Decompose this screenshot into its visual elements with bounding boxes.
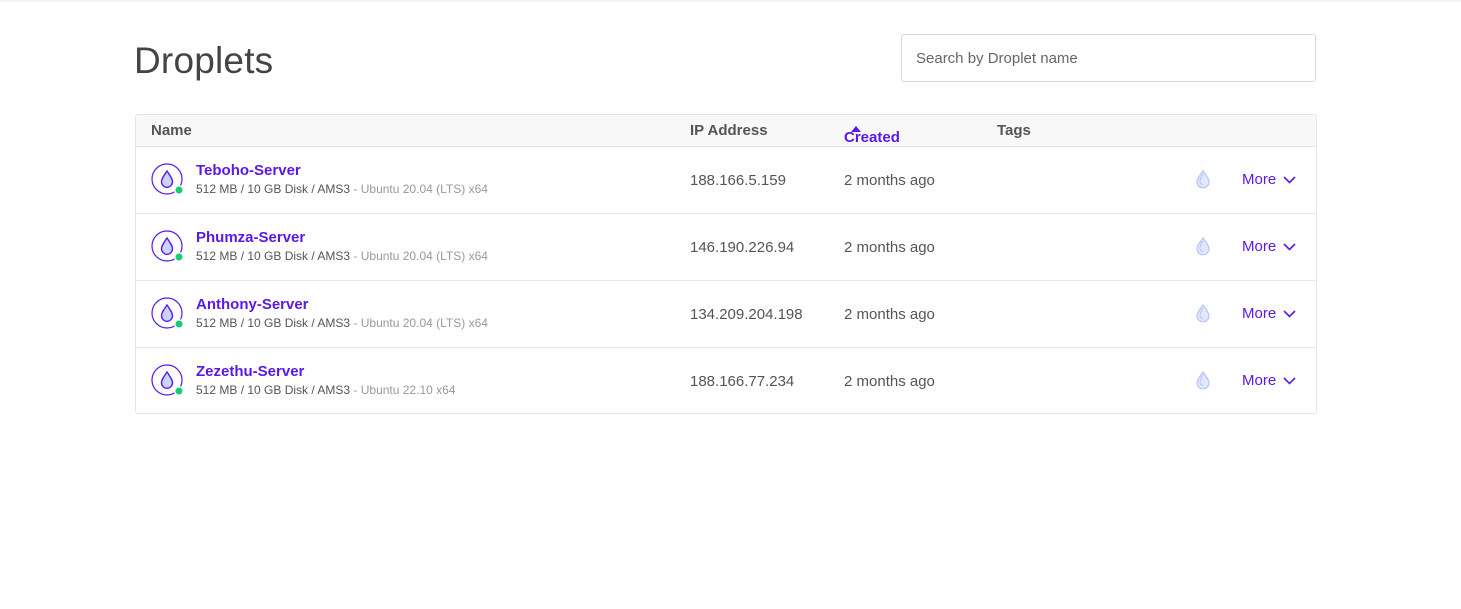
droplet-outline-icon[interactable] xyxy=(1194,303,1212,323)
droplet-name-link[interactable]: Teboho-Server xyxy=(196,162,301,179)
column-header-ip[interactable]: IP Address xyxy=(690,122,768,139)
droplet-ip[interactable]: 188.166.77.234 xyxy=(690,373,794,390)
droplets-table: Name IP Address Created Tags Teboho-Serv… xyxy=(135,114,1317,414)
droplet-os: - Ubuntu 20.04 (LTS) x64 xyxy=(350,182,488,196)
droplet-meta: 512 MB / 10 GB Disk / AMS3 - Ubuntu 20.0… xyxy=(196,316,488,330)
droplet-name-link[interactable]: Zezethu-Server xyxy=(196,363,304,380)
table-row: Teboho-Server 512 MB / 10 GB Disk / AMS3… xyxy=(136,147,1316,214)
droplet-icon[interactable] xyxy=(151,230,185,264)
droplet-specs: 512 MB / 10 GB Disk / AMS3 xyxy=(196,249,351,263)
droplet-created: 2 months ago xyxy=(844,239,935,256)
more-label: More xyxy=(1242,305,1277,322)
table-body: Teboho-Server 512 MB / 10 GB Disk / AMS3… xyxy=(136,147,1316,413)
droplet-meta: 512 MB / 10 GB Disk / AMS3 - Ubuntu 22.1… xyxy=(196,383,455,397)
droplet-outline-icon[interactable] xyxy=(1194,169,1212,189)
droplet-created: 2 months ago xyxy=(844,373,935,390)
chevron-down-icon xyxy=(1283,309,1296,318)
column-header-created[interactable]: Created xyxy=(844,122,900,146)
droplet-specs: 512 MB / 10 GB Disk / AMS3 xyxy=(196,316,351,330)
status-dot-icon xyxy=(174,252,184,262)
chevron-down-icon xyxy=(1283,376,1296,385)
droplet-ip[interactable]: 188.166.5.159 xyxy=(690,172,786,189)
droplet-meta: 512 MB / 10 GB Disk / AMS3 - Ubuntu 20.0… xyxy=(196,182,488,196)
table-row: Zezethu-Server 512 MB / 10 GB Disk / AMS… xyxy=(136,348,1316,413)
droplet-created: 2 months ago xyxy=(844,306,935,323)
droplet-icon[interactable] xyxy=(151,364,185,398)
status-dot-icon xyxy=(174,185,184,195)
column-header-created-label: Created xyxy=(844,129,900,146)
more-menu-button[interactable]: More xyxy=(1242,238,1296,255)
more-label: More xyxy=(1242,171,1277,188)
droplet-ip[interactable]: 134.209.204.198 xyxy=(690,306,803,323)
search-box[interactable] xyxy=(901,34,1316,82)
page-title: Droplets xyxy=(134,40,274,81)
more-menu-button[interactable]: More xyxy=(1242,305,1296,322)
table-row: Anthony-Server 512 MB / 10 GB Disk / AMS… xyxy=(136,281,1316,348)
status-dot-icon xyxy=(174,319,184,329)
table-header: Name IP Address Created Tags xyxy=(136,115,1316,147)
column-header-tags: Tags xyxy=(997,122,1031,139)
more-menu-button[interactable]: More xyxy=(1242,171,1296,188)
droplet-icon[interactable] xyxy=(151,297,185,331)
top-divider xyxy=(0,0,1461,2)
droplet-ip[interactable]: 146.190.226.94 xyxy=(690,239,794,256)
droplet-name-link[interactable]: Anthony-Server xyxy=(196,296,309,313)
more-label: More xyxy=(1242,238,1277,255)
droplet-os: - Ubuntu 22.10 x64 xyxy=(350,383,456,397)
chevron-down-icon xyxy=(1283,242,1296,251)
status-dot-icon xyxy=(174,386,184,396)
table-row: Phumza-Server 512 MB / 10 GB Disk / AMS3… xyxy=(136,214,1316,281)
droplet-os: - Ubuntu 20.04 (LTS) x64 xyxy=(350,316,488,330)
column-header-name[interactable]: Name xyxy=(151,122,192,139)
droplet-icon[interactable] xyxy=(151,163,185,197)
droplet-name-link[interactable]: Phumza-Server xyxy=(196,229,305,246)
chevron-down-icon xyxy=(1283,175,1296,184)
droplet-outline-icon[interactable] xyxy=(1194,236,1212,256)
droplet-specs: 512 MB / 10 GB Disk / AMS3 xyxy=(196,383,351,397)
more-label: More xyxy=(1242,372,1277,389)
droplet-meta: 512 MB / 10 GB Disk / AMS3 - Ubuntu 20.0… xyxy=(196,249,488,263)
droplet-os: - Ubuntu 20.04 (LTS) x64 xyxy=(350,249,488,263)
droplet-specs: 512 MB / 10 GB Disk / AMS3 xyxy=(196,182,351,196)
droplet-outline-icon[interactable] xyxy=(1194,370,1212,390)
droplet-created: 2 months ago xyxy=(844,172,935,189)
search-input[interactable] xyxy=(916,35,1315,81)
more-menu-button[interactable]: More xyxy=(1242,372,1296,389)
